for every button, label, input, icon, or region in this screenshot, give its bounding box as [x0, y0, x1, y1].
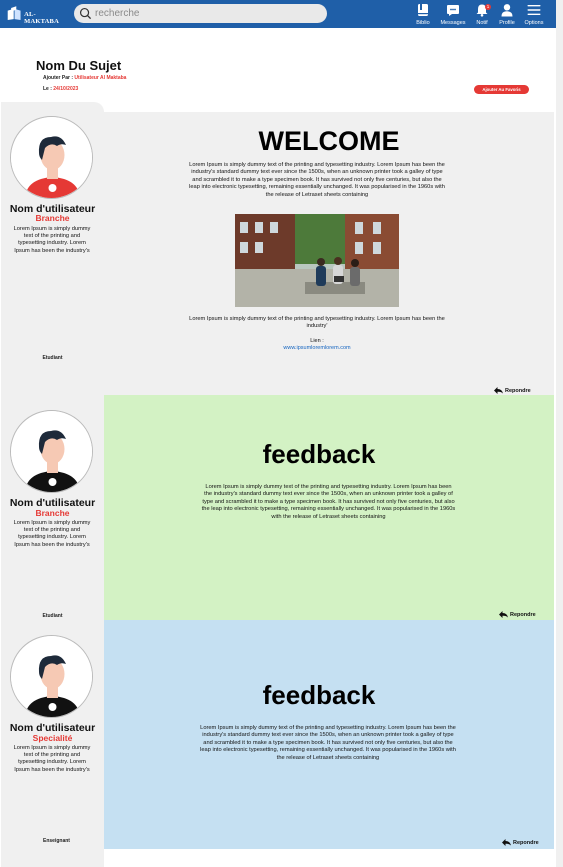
- reply-arrow-icon: [494, 387, 503, 394]
- post-title: feedback: [262, 439, 376, 469]
- top-navigation-bar: AL-MAKTABA Biblio Messages 1 Notif: [0, 0, 556, 28]
- post-2-content: feedback Lorem Ipsum is simply dummy tex…: [104, 395, 554, 620]
- post-body: Lorem Ipsum is simply dummy text of the …: [201, 484, 456, 520]
- nav-notif-label: Notif: [476, 20, 488, 26]
- reply-arrow-icon: [502, 839, 511, 846]
- post-1-content: WELCOME Lorem Ipsum is simply dummy text…: [104, 112, 554, 398]
- post-3-author-sidebar: Nom d'utilisateur Specialité Lorem Ipsum…: [1, 620, 104, 867]
- post-body: Lorem Ipsum is simply dummy text of the …: [189, 162, 445, 198]
- add-to-favorites-button[interactable]: Ajouter Au Favoris: [474, 85, 529, 94]
- search-input[interactable]: [95, 8, 315, 19]
- students-photo: [235, 214, 399, 307]
- added-by-user-link[interactable]: Utilisateur Al Maktaba: [74, 75, 126, 81]
- chat-bubble-icon: [447, 5, 459, 16]
- book-icon: [418, 4, 428, 16]
- subject-title: Nom Du Sujet: [36, 58, 122, 73]
- added-by: Ajouter Par : Utilisateur Al Maktaba: [43, 75, 126, 81]
- nav-profile-label: Profile: [499, 20, 515, 26]
- author-bio: Lorem Ipsum is simply dummy text of the …: [13, 745, 91, 773]
- reply-button[interactable]: Repondre: [494, 387, 531, 394]
- date-value: 24/10/2023: [53, 86, 79, 92]
- reply-arrow-icon: [499, 611, 508, 618]
- nav-messages-label: Messages: [440, 20, 466, 26]
- post-body: Lorem Ipsum is simply dummy text of the …: [200, 725, 456, 761]
- post-body-secondary: Lorem Ipsum is simply dummy text of the …: [189, 316, 445, 330]
- post-image[interactable]: [235, 214, 399, 307]
- author-role: Etudiant: [42, 355, 63, 361]
- author-bio: Lorem Ipsum is simply dummy text of the …: [13, 226, 91, 254]
- author-role: Etudiant: [42, 613, 63, 619]
- avatar[interactable]: [10, 116, 93, 199]
- post-title: feedback: [262, 680, 376, 710]
- reply-button[interactable]: Repondre: [499, 611, 536, 618]
- search-bar[interactable]: [74, 4, 327, 23]
- page-scrollbar[interactable]: [556, 0, 563, 867]
- al-maktaba-logo[interactable]: AL-MAKTABA: [6, 3, 64, 25]
- hamburger-menu-icon: [527, 5, 541, 15]
- nav-options[interactable]: Options: [516, 3, 552, 28]
- user-icon: [501, 4, 513, 17]
- date-label: Le :: [43, 86, 52, 92]
- author-bio: Lorem Ipsum is simply dummy text of the …: [13, 520, 91, 548]
- user-avatar-icon: [11, 636, 92, 717]
- post-title: WELCOME: [258, 126, 400, 156]
- reply-button[interactable]: Repondre: [502, 839, 539, 846]
- link-label: Lien :: [310, 338, 324, 344]
- user-avatar-icon: [11, 411, 92, 492]
- nav-options-label: Options: [524, 20, 544, 26]
- post-1-author-sidebar: Nom d'utilisateur Branche Lorem Ipsum is…: [1, 102, 104, 398]
- author-role: Enseignant: [43, 838, 70, 844]
- reply-label: Repondre: [505, 387, 531, 394]
- post-3-content: feedback Lorem Ipsum is simply dummy tex…: [104, 620, 554, 849]
- post-date: Le : 24/10/2023: [43, 86, 78, 92]
- reply-label: Repondre: [513, 839, 539, 846]
- reply-label: Repondre: [510, 611, 536, 618]
- post-2-author-sidebar: Nom d'utilisateur Branche Lorem Ipsum is…: [1, 398, 104, 620]
- post-link[interactable]: www.ipsumloremlorem.com: [104, 345, 530, 351]
- author-branch: Branche: [35, 508, 70, 518]
- avatar[interactable]: [10, 410, 93, 493]
- user-avatar-icon: [11, 117, 92, 198]
- author-branch: Branche: [35, 213, 70, 223]
- author-specialty: Specialité: [32, 733, 73, 743]
- logo-text: AL-MAKTABA: [24, 11, 59, 25]
- nav-biblio-label: Biblio: [416, 20, 430, 26]
- book-logo-icon: [7, 6, 21, 20]
- added-by-label: Ajouter Par :: [43, 75, 74, 81]
- avatar[interactable]: [10, 635, 93, 718]
- search-icon[interactable]: [79, 7, 92, 20]
